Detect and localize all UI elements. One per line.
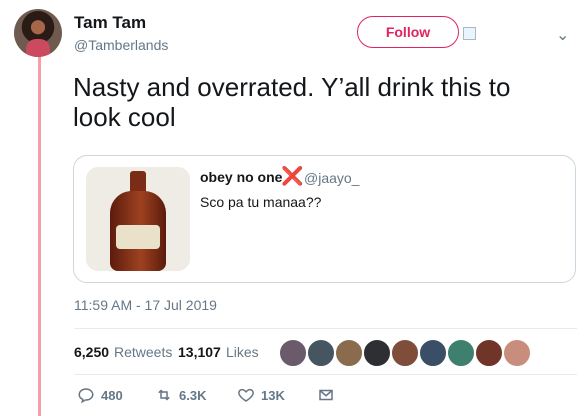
quoted-tweet[interactable]: obey no one ❌ @jaayo_ Sco pa tu manaa?? (73, 155, 576, 283)
liker-avatar[interactable] (363, 339, 391, 367)
liker-avatar[interactable] (419, 339, 447, 367)
quoted-tweet-text: Sco pa tu manaa?? (200, 194, 322, 210)
reply-count: 480 (101, 387, 123, 403)
heart-icon (238, 388, 254, 402)
like-count[interactable]: 13,107 (178, 344, 221, 360)
quoted-tweet-handle: @jaayo_ (304, 170, 360, 186)
like-button[interactable]: 13K (237, 386, 285, 404)
retweet-button[interactable]: 6.3K (155, 386, 206, 404)
reply-icon (78, 388, 94, 404)
follow-button[interactable]: Follow (357, 16, 459, 48)
liker-avatar[interactable] (279, 339, 307, 367)
quoted-tweet-name: obey no one (200, 169, 283, 185)
x-emoji-icon: ❌ (281, 166, 304, 186)
envelope-icon (319, 389, 333, 401)
retweet-count[interactable]: 6,250 (74, 344, 109, 360)
quoted-tweet-image[interactable] (86, 167, 190, 271)
divider (74, 374, 577, 375)
avatar[interactable] (14, 9, 62, 57)
retweets-label[interactable]: Retweets (114, 344, 172, 360)
tweet-text: Nasty and overrated. Y’all drink this to… (73, 72, 511, 132)
liker-avatar[interactable] (335, 339, 363, 367)
liker-avatar[interactable] (391, 339, 419, 367)
liker-avatar[interactable] (447, 339, 475, 367)
thread-line (38, 57, 41, 416)
tweet-timestamp[interactable]: 11:59 AM - 17 Jul 2019 (74, 297, 217, 313)
retweet-action-count: 6.3K (179, 387, 207, 403)
divider (74, 328, 577, 329)
liker-avatar[interactable] (307, 339, 335, 367)
message-button[interactable] (317, 386, 335, 404)
retweet-icon (158, 389, 170, 401)
display-name[interactable]: Tam Tam (74, 13, 146, 33)
translate-icon (463, 27, 476, 40)
chevron-down-icon[interactable]: ⌄ (556, 25, 569, 45)
liker-avatar[interactable] (503, 339, 531, 367)
user-handle[interactable]: @Tamberlands (74, 37, 168, 53)
reply-button[interactable]: 480 (77, 386, 123, 404)
like-action-count: 13K (261, 387, 285, 403)
liker-avatar[interactable] (475, 339, 503, 367)
likes-label[interactable]: Likes (226, 344, 259, 360)
